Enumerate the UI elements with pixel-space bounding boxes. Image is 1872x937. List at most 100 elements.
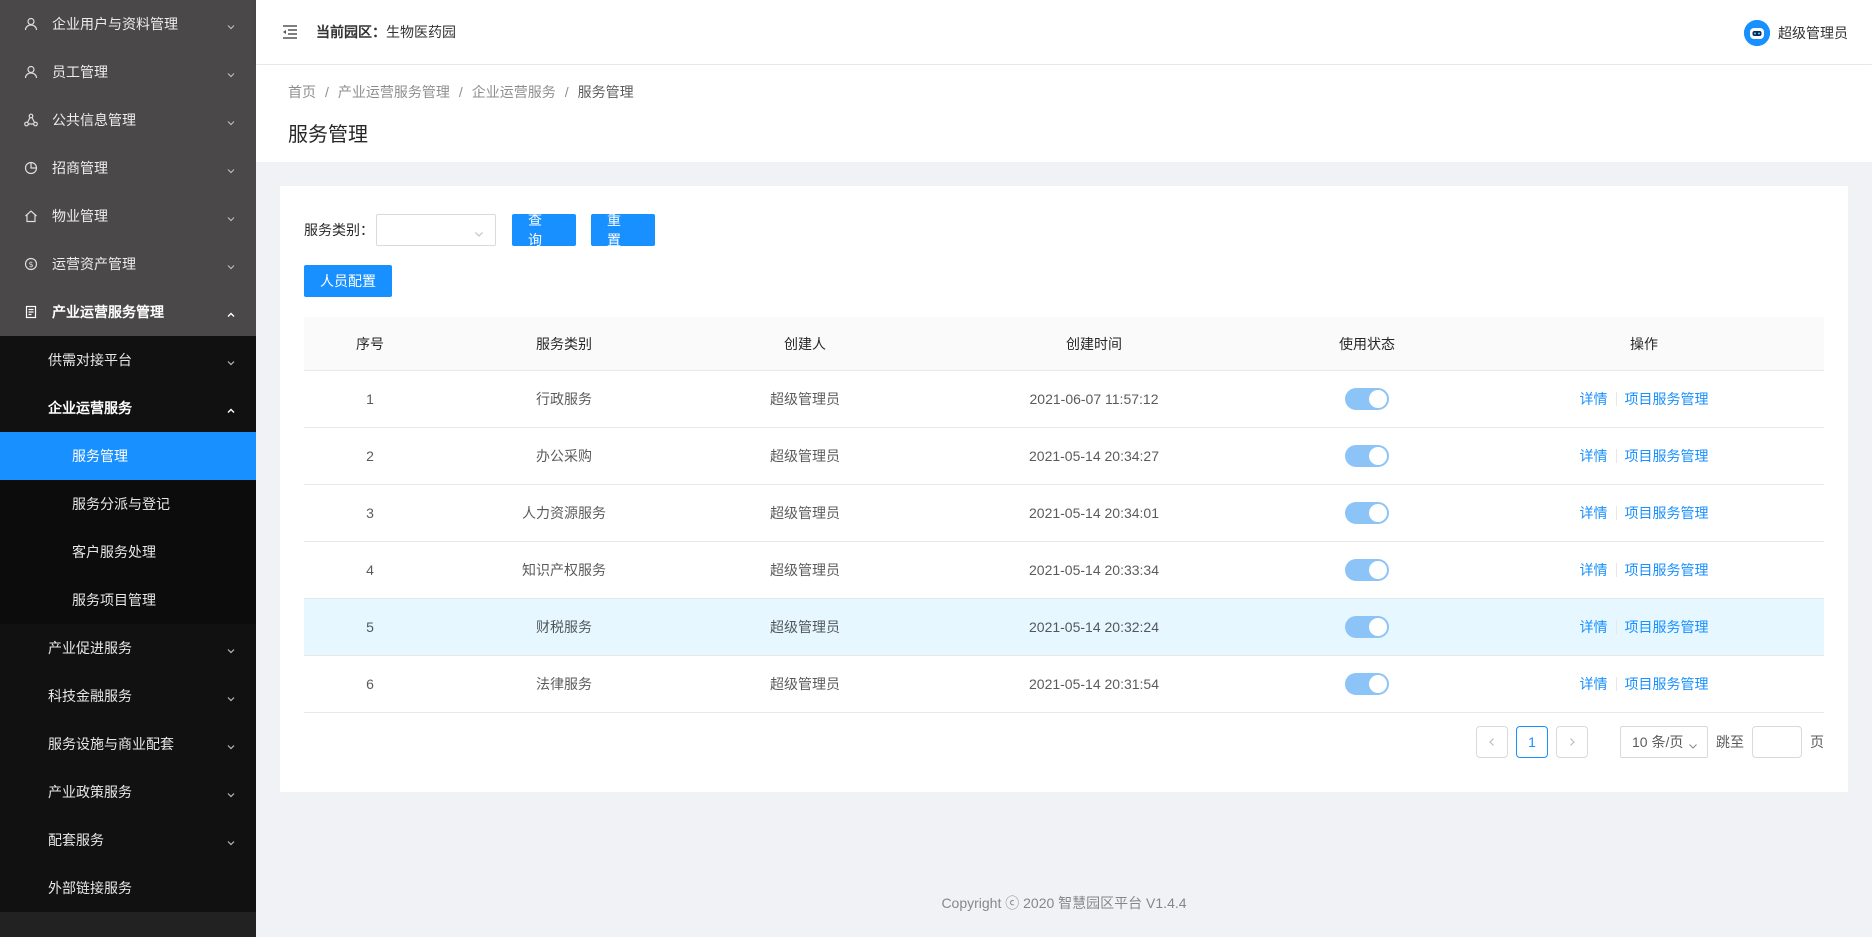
breadcrumb-industry-ops[interactable]: 产业运营服务管理 bbox=[338, 82, 450, 102]
cell-actions: 详情 项目服务管理 bbox=[1464, 503, 1824, 523]
cell-time: 2021-05-14 20:34:01 bbox=[1029, 505, 1159, 521]
jump-page-input[interactable] bbox=[1752, 726, 1802, 758]
table-row: 1 行政服务 超级管理员 2021-06-07 11:57:12 详情 项目服务… bbox=[304, 371, 1824, 428]
detail-link[interactable]: 详情 bbox=[1580, 446, 1608, 466]
project-service-link[interactable]: 项目服务管理 bbox=[1625, 560, 1709, 580]
cell-category: 财税服务 bbox=[536, 619, 592, 635]
column-header: 操作 bbox=[1630, 335, 1658, 352]
detail-link[interactable]: 详情 bbox=[1580, 503, 1608, 523]
status-toggle[interactable] bbox=[1345, 388, 1389, 410]
sidebar-item-service-dispatch[interactable]: 服务分派与登记 bbox=[0, 480, 256, 528]
cell-actions: 详情 项目服务管理 bbox=[1464, 560, 1824, 580]
cell-no: 2 bbox=[366, 448, 374, 464]
status-toggle[interactable] bbox=[1345, 673, 1389, 695]
divider bbox=[1615, 392, 1617, 406]
column-header: 服务类别 bbox=[536, 335, 592, 352]
sidebar-item-label: 服务管理 bbox=[72, 448, 128, 464]
sidebar-item-investment[interactable]: 招商管理 bbox=[0, 144, 256, 192]
page-header: 首页 / 产业运营服务管理 / 企业运营服务 / 服务管理 服务管理 bbox=[256, 65, 1872, 162]
project-service-link[interactable]: 项目服务管理 bbox=[1625, 503, 1709, 523]
table-row: 4 知识产权服务 超级管理员 2021-05-14 20:33:34 详情 项目… bbox=[304, 542, 1824, 599]
sidebar-item-label: 供需对接平台 bbox=[48, 352, 132, 368]
sidebar-item-service-project[interactable]: 服务项目管理 bbox=[0, 576, 256, 624]
sidebar-item-customer-service[interactable]: 客户服务处理 bbox=[0, 528, 256, 576]
staff-config-button[interactable]: 人员配置 bbox=[304, 265, 392, 297]
sidebar-item-external-links[interactable]: 外部链接服务 bbox=[0, 864, 256, 912]
page-size-value: 10 条/页 bbox=[1632, 734, 1684, 750]
cell-no: 6 bbox=[366, 676, 374, 692]
detail-link[interactable]: 详情 bbox=[1580, 560, 1608, 580]
detail-link[interactable]: 详情 bbox=[1580, 674, 1608, 694]
cell-creator: 超级管理员 bbox=[770, 676, 840, 692]
cell-status bbox=[1270, 388, 1464, 410]
pagination: 1 10 条/页 跳至 页 bbox=[1476, 726, 1824, 758]
sidebar-item-label: 服务设施与商业配套 bbox=[48, 736, 174, 752]
doc-icon bbox=[24, 305, 38, 319]
cell-status bbox=[1270, 502, 1464, 524]
sidebar-item-public-info[interactable]: 公共信息管理 bbox=[0, 96, 256, 144]
chevron-up-icon bbox=[226, 307, 236, 317]
sidebar-item-industry-ops[interactable]: 产业运营服务管理 bbox=[0, 288, 256, 336]
chevron-down-icon bbox=[226, 163, 236, 174]
status-toggle[interactable] bbox=[1345, 502, 1389, 524]
sidebar-item-tech-finance[interactable]: 科技金融服务 bbox=[0, 672, 256, 720]
table-row: 6 法律服务 超级管理员 2021-05-14 20:31:54 详情 项目服务… bbox=[304, 656, 1824, 713]
cell-status bbox=[1270, 559, 1464, 581]
sidebar-item-label: 产业运营服务管理 bbox=[52, 304, 164, 320]
breadcrumb-home[interactable]: 首页 bbox=[288, 82, 316, 102]
page-size-select[interactable]: 10 条/页 bbox=[1620, 726, 1708, 758]
service-category-select[interactable] bbox=[376, 214, 496, 246]
page-number[interactable]: 1 bbox=[1516, 726, 1548, 758]
sidebar-item-industry-promotion[interactable]: 产业促进服务 bbox=[0, 624, 256, 672]
query-button[interactable]: 查询 bbox=[512, 212, 576, 248]
sidebar-item-label: 产业政策服务 bbox=[48, 784, 132, 800]
status-toggle[interactable] bbox=[1345, 445, 1389, 467]
chevron-right-icon bbox=[1570, 738, 1575, 746]
cell-status bbox=[1270, 673, 1464, 695]
breadcrumb-enterprise-ops[interactable]: 企业运营服务 bbox=[472, 82, 556, 102]
filter-row: 服务类别： 查询 重置 bbox=[304, 212, 1824, 248]
prev-page-button[interactable] bbox=[1476, 726, 1508, 758]
service-table: 序号 服务类别 创建人 创建时间 使用状态 操作 1 行政服务 超级管理员 20… bbox=[304, 317, 1824, 713]
sidebar-item-enterprise-users[interactable]: 企业用户与资料管理 bbox=[0, 0, 256, 48]
home-icon bbox=[24, 209, 38, 223]
project-service-link[interactable]: 项目服务管理 bbox=[1625, 389, 1709, 409]
sidebar-item-property[interactable]: 物业管理 bbox=[0, 192, 256, 240]
menu-fold-icon[interactable] bbox=[280, 22, 300, 42]
cell-time: 2021-05-14 20:31:54 bbox=[1029, 676, 1159, 692]
cell-category: 行政服务 bbox=[536, 391, 592, 407]
user-menu[interactable]: 超级管理员 bbox=[1744, 20, 1848, 46]
detail-link[interactable]: 详情 bbox=[1580, 617, 1608, 637]
next-page-button[interactable] bbox=[1556, 726, 1588, 758]
sidebar-item-label: 招商管理 bbox=[52, 160, 108, 176]
sidebar-item-label: 企业用户与资料管理 bbox=[52, 16, 178, 32]
reset-button[interactable]: 重置 bbox=[591, 212, 655, 248]
status-toggle[interactable] bbox=[1345, 616, 1389, 638]
sidebar-item-supply-demand[interactable]: 供需对接平台 bbox=[0, 336, 256, 384]
sidebar-item-policy[interactable]: 产业政策服务 bbox=[0, 768, 256, 816]
chevron-left-icon bbox=[1489, 738, 1494, 746]
project-service-link[interactable]: 项目服务管理 bbox=[1625, 617, 1709, 637]
cell-status bbox=[1270, 616, 1464, 638]
sidebar-item-facilities[interactable]: 服务设施与商业配套 bbox=[0, 720, 256, 768]
sidebar-item-supporting[interactable]: 配套服务 bbox=[0, 816, 256, 864]
sidebar-top-section: 企业用户与资料管理 员工管理 公共信息管理 招商管理 物业管理 $ 运营资产管理 bbox=[0, 0, 256, 336]
project-service-link[interactable]: 项目服务管理 bbox=[1625, 674, 1709, 694]
sidebar-item-assets[interactable]: $ 运营资产管理 bbox=[0, 240, 256, 288]
sidebar-item-service-management[interactable]: 服务管理 bbox=[0, 432, 256, 480]
sidebar-item-label: 科技金融服务 bbox=[48, 688, 132, 704]
column-header: 序号 bbox=[356, 335, 384, 352]
status-toggle[interactable] bbox=[1345, 559, 1389, 581]
cell-actions: 详情 项目服务管理 bbox=[1464, 617, 1824, 637]
detail-link[interactable]: 详情 bbox=[1580, 389, 1608, 409]
cell-no: 1 bbox=[366, 391, 374, 407]
park-label: 当前园区： bbox=[316, 24, 386, 40]
sidebar-item-staff[interactable]: 员工管理 bbox=[0, 48, 256, 96]
cell-no: 4 bbox=[366, 562, 374, 578]
sidebar-item-enterprise-ops[interactable]: 企业运营服务 bbox=[0, 384, 256, 432]
divider bbox=[1615, 620, 1617, 634]
chevron-down-icon bbox=[474, 226, 484, 237]
jump-label: 跳至 bbox=[1716, 734, 1744, 750]
project-service-link[interactable]: 项目服务管理 bbox=[1625, 446, 1709, 466]
cell-actions: 详情 项目服务管理 bbox=[1464, 446, 1824, 466]
